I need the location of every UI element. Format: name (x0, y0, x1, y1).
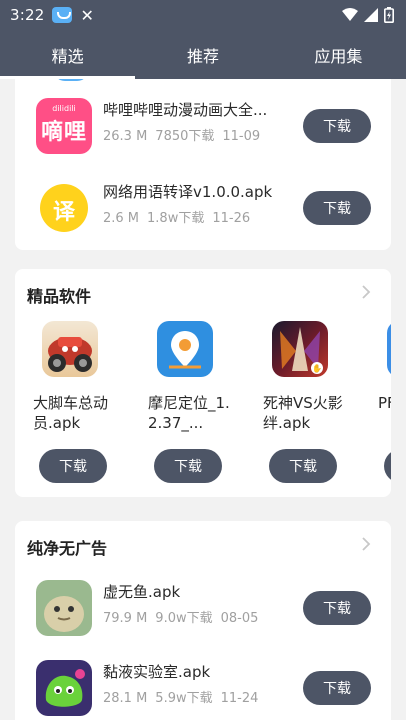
scroll-content[interactable]: dilidili 嘀哩 哔哩哔哩动漫动画大全... 26.3 M 7850下载 11… (0, 79, 406, 720)
app-name: 黏液实验室.apk (103, 663, 211, 681)
partial-icon-peek (53, 79, 89, 81)
app-name: 大脚车总动员.apk (33, 394, 109, 432)
notification-x-icon: ✕ (80, 5, 94, 25)
tab-tuijian[interactable]: 推荐 (135, 30, 270, 79)
list-item[interactable]: 黏液实验室.apk 28.1 M 5.9w下载 11-24 下载 (15, 653, 391, 720)
bleach-naruto-icon: ✋ (272, 321, 328, 377)
app-meta: 28.1 M 5.9w下载 11-24 (103, 691, 259, 706)
featured-app-item[interactable]: PF全 (360, 321, 391, 491)
cell-signal-icon (364, 8, 378, 22)
list-item[interactable]: 虚无鱼.apk 79.9 M 9.0w下载 08-05 下载 (15, 573, 391, 645)
section-title: 精品软件 (27, 287, 92, 306)
featured-app-item[interactable]: 大脚车总动员.apk 下载 (15, 321, 115, 491)
download-button[interactable]: 下载 (303, 671, 371, 705)
fish-app-icon (36, 580, 92, 636)
app-meta: 2.6 M 1.8w下载 11-26 (103, 211, 251, 226)
chevron-right-icon[interactable] (359, 535, 373, 553)
download-button[interactable]: 下载 (269, 449, 337, 483)
translate-app-icon: 译 (36, 180, 92, 236)
top-app-list-card: dilidili 嘀哩 哔哩哔哩动漫动画大全... 26.3 M 7850下载 11… (15, 79, 391, 250)
ad-free-card: 纯净无广告 虚无鱼.apk 79.9 M 9.0w下载 08-05 下载 黏液实验室… (15, 521, 391, 720)
tab-bar: 精选 推荐 应用集 (0, 30, 406, 79)
list-item[interactable]: dilidili 嘀哩 哔哩哔哩动漫动画大全... 26.3 M 7850下载 11… (15, 91, 391, 163)
download-button[interactable]: 下载 (154, 449, 222, 483)
featured-app-item[interactable]: ✋ 死神VS火影绊.apk 下载 (245, 321, 345, 491)
app-meta: 26.3 M 7850下载 11-09 (103, 129, 261, 144)
partial-app-icon (387, 321, 391, 377)
battery-icon (384, 7, 394, 23)
svg-text:✋: ✋ (312, 363, 322, 373)
chevron-right-icon[interactable] (359, 283, 373, 301)
app-name: 哔哩哔哩动漫动画大全... (103, 101, 268, 119)
app-name: 摩尼定位_1.2.37_... (148, 394, 230, 432)
app-header: 3:22 ✕ 精选 推荐 应用集 (0, 0, 406, 79)
location-pin-icon (157, 321, 213, 377)
download-button[interactable] (384, 449, 391, 483)
tab-yingyongji[interactable]: 应用集 (271, 30, 406, 79)
notification-app-icon (52, 7, 73, 23)
app-name: 虚无鱼.apk (103, 583, 181, 601)
section-title: 纯净无广告 (27, 539, 108, 558)
bigfoot-car-icon (42, 321, 98, 377)
status-time: 3:22 (10, 6, 45, 24)
tab-jingxuan[interactable]: 精选 (0, 30, 136, 79)
wifi-icon (342, 8, 358, 21)
featured-app-item[interactable]: 摩尼定位_1.2.37_... 下载 (130, 321, 230, 491)
download-button[interactable]: 下载 (303, 109, 371, 143)
dilidili-app-icon: dilidili 嘀哩 (36, 98, 92, 154)
app-meta: 79.9 M 9.0w下载 08-05 (103, 611, 259, 626)
list-item[interactable]: 译 网络用语转译v1.0.0.apk 2.6 M 1.8w下载 11-26 下载 (15, 173, 391, 245)
app-name: 死神VS火影绊.apk (263, 394, 343, 432)
status-bar: 3:22 ✕ (0, 0, 406, 30)
download-button[interactable]: 下载 (303, 591, 371, 625)
app-name: 网络用语转译v1.0.0.apk (103, 183, 273, 201)
app-name: PF全 (378, 394, 391, 412)
download-button[interactable]: 下载 (39, 449, 107, 483)
slime-lab-icon (36, 660, 92, 716)
featured-software-card: 精品软件 大脚车总动员.apk 下载 摩尼定位_1.2.37_... 下载 ✋ … (15, 269, 391, 497)
download-button[interactable]: 下载 (303, 191, 371, 225)
